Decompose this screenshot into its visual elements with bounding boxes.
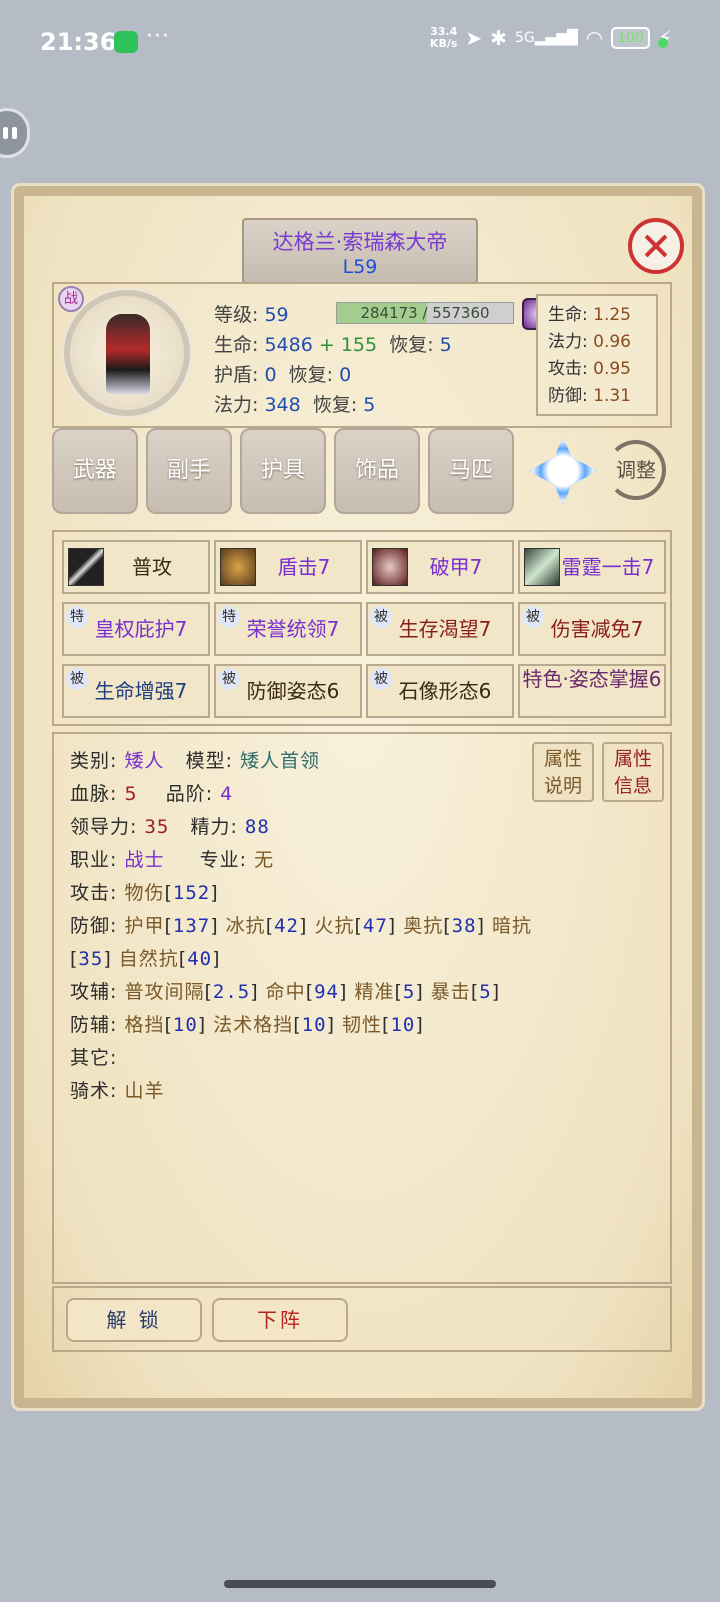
leadership-line: 领导力: 35 精力: 88: [70, 816, 270, 838]
bluetooth-icon: ✱: [490, 26, 507, 50]
skills-box: 普攻 盾击7 破甲7 雷霆一击7 特 皇权庇护7 特 荣誉统领7 被 生存渴望7…: [52, 530, 672, 726]
status-bar: 21:36 ··· 33.4KB/s ➤ ✱ 5G▂▄▆█ ◠ 100 ⚡: [0, 0, 720, 86]
skill-slot[interactable]: 盾击7: [214, 540, 362, 594]
skill-slot[interactable]: 被 伤害减免7: [518, 602, 666, 656]
attack-aux-line: 攻辅: 普攻间隔[2.5] 命中[94] 精准[5] 暴击[5]: [70, 981, 501, 1003]
tab-mount[interactable]: 马匹: [428, 428, 514, 514]
tab-accessory[interactable]: 饰品: [334, 428, 420, 514]
skill-slot[interactable]: 特 皇权庇护7: [62, 602, 210, 656]
other-line: 其它:: [70, 1047, 118, 1069]
tab-weapon[interactable]: 武器: [52, 428, 138, 514]
info-box: 战 等级: 59 284173 / 557360 生命: 5486 + 155 …: [52, 282, 672, 428]
dismiss-button[interactable]: 下阵: [212, 1298, 348, 1342]
battery-indicator: 100: [611, 27, 650, 49]
avatar[interactable]: [64, 290, 190, 416]
hp-bonus: + 155: [318, 334, 378, 356]
thunder-icon: [524, 548, 560, 586]
mult-atk: 攻击: 0.95: [548, 359, 631, 379]
more-notifications-icon: ···: [146, 24, 170, 49]
wifi-icon: ◠: [585, 26, 604, 50]
category-line: 类别: 矮人 模型: 矮人首领: [70, 750, 321, 772]
adjust-button[interactable]: 调整: [606, 440, 666, 500]
character-panel: 达格兰·索瑞森大帝 L59 战 等级: 59 284173 / 557360 生…: [14, 186, 702, 1408]
shield-line: 护盾: 0 恢复: 0: [214, 364, 352, 386]
skill-slot[interactable]: 被 石像形态6: [366, 664, 514, 718]
hp-value: 5486: [264, 334, 313, 356]
detail-box: 类别: 矮人 模型: 矮人首领 血脉: 5 品阶: 4 领导力: 35 精力: …: [52, 732, 672, 1284]
defense-line-2: [35] 自然抗[40]: [70, 948, 221, 970]
mult-def: 防御: 1.31: [548, 386, 631, 406]
blood-line: 血脉: 5 品阶: 4: [70, 783, 234, 805]
bottom-actions: 解 锁 下阵: [52, 1286, 672, 1352]
shield-value: 0: [264, 364, 277, 386]
defense-aux-line: 防辅: 格挡[10] 法术格挡[10] 韧性[10]: [70, 1014, 424, 1036]
defense-line: 防御: 护甲[137] 冰抗[42] 火抗[47] 奥抗[38] 暗抗: [70, 915, 533, 937]
skill-slot[interactable]: 被 生命增强7: [62, 664, 210, 718]
status-dot: [658, 38, 668, 48]
shield-bash-icon: [220, 548, 256, 586]
tab-offhand[interactable]: 副手: [146, 428, 232, 514]
level-line: 等级: 59: [214, 304, 289, 326]
sword-icon: [68, 548, 104, 586]
war-badge: 战: [58, 286, 84, 312]
skill-slot[interactable]: 特 荣誉统领7: [214, 602, 362, 656]
home-indicator[interactable]: [224, 1580, 496, 1588]
signal-icon: 5G▂▄▆█: [514, 30, 578, 46]
exp-text: 284173 / 557360: [360, 304, 490, 322]
status-icons: 33.4KB/s ➤ ✱ 5G▂▄▆█ ◠ 100 ⚡: [429, 25, 672, 51]
mult-hp: 生命: 1.25: [548, 305, 631, 325]
mult-mp: 法力: 0.96: [548, 332, 631, 352]
skill-slot[interactable]: 特色·姿态掌握6: [518, 664, 666, 718]
hp-regen-value: 5: [439, 334, 452, 356]
unlock-button[interactable]: 解 锁: [66, 1298, 202, 1342]
job-line: 职业: 战士 专业: 无: [70, 849, 275, 871]
skill-slot[interactable]: 普攻: [62, 540, 210, 594]
character-level-label: L59: [342, 256, 378, 278]
location-icon: ➤: [465, 26, 483, 50]
exp-bar: 284173 / 557360: [336, 302, 514, 324]
mp-line: 法力: 348 恢复: 5: [214, 394, 376, 416]
riding-line: 骑术: 山羊: [70, 1080, 165, 1102]
shield-regen-value: 0: [339, 364, 352, 386]
character-name: 达格兰·索瑞森大帝: [272, 230, 448, 254]
hp-line: 生命: 5486 + 155 恢复: 5: [214, 334, 452, 356]
net-speed: 33.4 KB/s: [429, 25, 458, 50]
status-time: 21:36: [40, 28, 117, 56]
skill-slot[interactable]: 被 生存渴望7: [366, 602, 514, 656]
gem-icon[interactable]: [528, 436, 598, 506]
tab-armor[interactable]: 护具: [240, 428, 326, 514]
attribute-info-button[interactable]: 属性 信息: [602, 742, 664, 802]
level-value: 59: [264, 304, 289, 326]
name-banner: 达格兰·索瑞森大帝 L59: [242, 218, 478, 284]
attribute-explain-button[interactable]: 属性 说明: [532, 742, 594, 802]
skill-slot[interactable]: 破甲7: [366, 540, 514, 594]
multiplier-box: 生命: 1.25 法力: 0.96 攻击: 0.95 防御: 1.31: [536, 294, 658, 416]
mp-regen-value: 5: [363, 394, 376, 416]
attack-line: 攻击: 物伤[152]: [70, 882, 219, 904]
skill-slot[interactable]: 雷霆一击7: [518, 540, 666, 594]
sunder-armor-icon: [372, 548, 408, 586]
character-model: [106, 314, 150, 394]
wechat-icon: [114, 31, 138, 53]
mp-value: 348: [264, 394, 301, 416]
close-button[interactable]: [628, 218, 684, 274]
skill-slot[interactable]: 被 防御姿态6: [214, 664, 362, 718]
floating-assist-button[interactable]: [0, 108, 30, 158]
